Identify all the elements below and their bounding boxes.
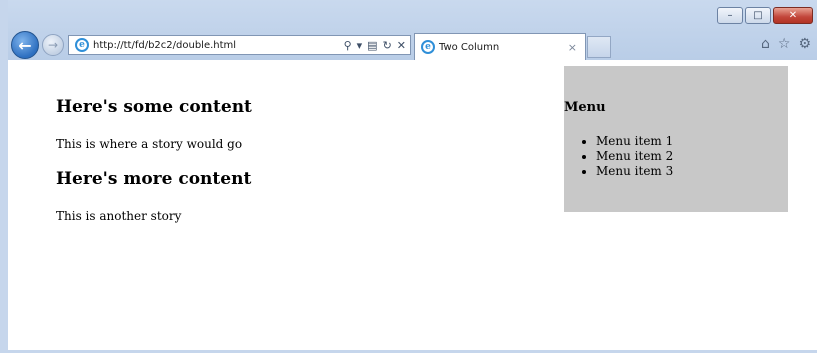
close-window-button[interactable]: ✕ bbox=[773, 7, 813, 24]
url-text[interactable]: http://tt/fd/b2c2/double.html bbox=[93, 40, 344, 51]
gear-icon[interactable]: ⚙ bbox=[798, 36, 811, 52]
refresh-icon[interactable]: ↻ bbox=[383, 39, 392, 52]
tab-two-column[interactable]: e Two Column × bbox=[414, 33, 586, 60]
menu-item: Menu item 2 bbox=[596, 149, 673, 164]
address-bar[interactable]: e http://tt/fd/b2c2/double.html ⚲ ▾ ▤ ↻ … bbox=[68, 35, 411, 55]
back-arrow-icon: ← bbox=[18, 35, 32, 55]
main-column: Here's some content This is where a stor… bbox=[56, 96, 536, 240]
back-button[interactable]: ← bbox=[11, 31, 39, 59]
menu-item: Menu item 1 bbox=[596, 134, 673, 149]
menu-item: Menu item 3 bbox=[596, 164, 673, 179]
menu-list: Menu item 1 Menu item 2 Menu item 3 bbox=[564, 134, 673, 179]
content-heading-2: Here's more content bbox=[56, 169, 252, 189]
home-icon[interactable]: ⌂ bbox=[761, 36, 770, 52]
content-paragraph-2: This is another story bbox=[56, 209, 182, 223]
dropdown-icon[interactable]: ▾ bbox=[357, 39, 363, 52]
stop-icon[interactable]: ✕ bbox=[397, 39, 406, 52]
forward-button[interactable]: → bbox=[42, 34, 64, 56]
tab-title: Two Column bbox=[439, 41, 500, 53]
maximize-button[interactable]: □ bbox=[745, 7, 771, 24]
star-icon[interactable]: ☆ bbox=[778, 36, 791, 52]
menu-heading: Menu bbox=[564, 100, 606, 115]
compatibility-icon[interactable]: ▤ bbox=[367, 39, 377, 52]
address-tools: ⚲ ▾ ▤ ↻ ✕ bbox=[344, 39, 410, 52]
site-icon: e bbox=[75, 38, 89, 52]
content-heading-1: Here's some content bbox=[56, 97, 252, 117]
tab-site-icon: e bbox=[421, 40, 435, 54]
window-controls: – □ ✕ bbox=[717, 7, 813, 25]
minimize-button[interactable]: – bbox=[717, 7, 743, 24]
browser-toolbar: ⌂ ☆ ⚙ bbox=[761, 36, 811, 52]
content-paragraph-1: This is where a story would go bbox=[56, 137, 243, 151]
window-left-edge bbox=[0, 0, 8, 353]
search-icon[interactable]: ⚲ bbox=[344, 39, 352, 52]
new-tab-button[interactable] bbox=[587, 36, 611, 58]
tab-close-icon[interactable]: × bbox=[568, 41, 577, 54]
page-viewport: Here's some content This is where a stor… bbox=[8, 60, 817, 350]
sidebar-menu: Menu Menu item 1 Menu item 2 Menu item 3 bbox=[564, 66, 788, 212]
forward-arrow-icon: → bbox=[47, 38, 59, 52]
